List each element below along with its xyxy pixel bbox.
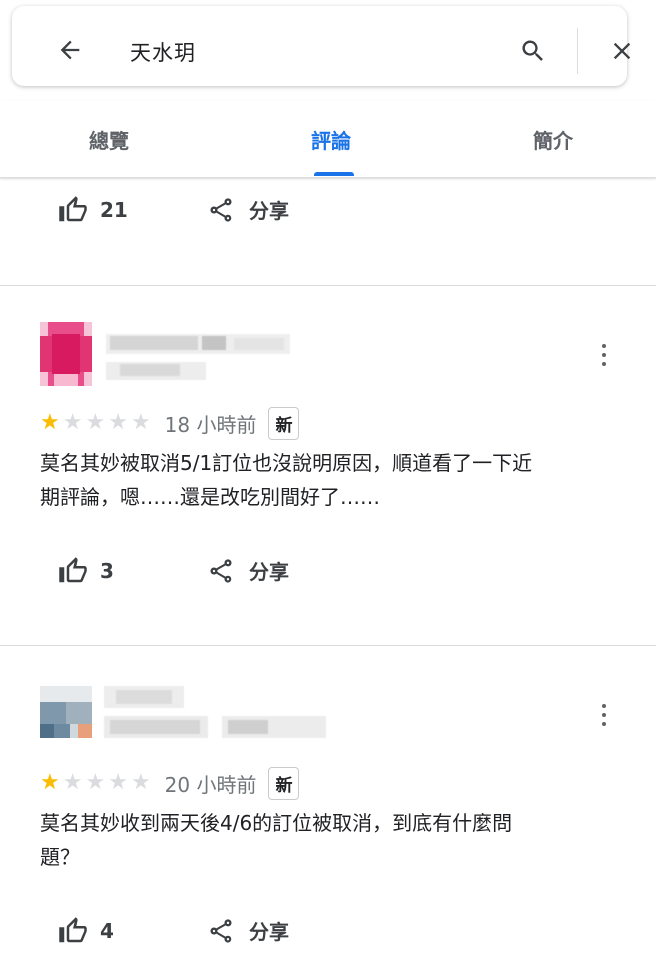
review-text-line: 莫名其妙收到兩天後4/6的訂位被取消，到底有什麼問 (40, 811, 513, 835)
like-count: 21 (100, 198, 128, 222)
review-divider (0, 285, 656, 286)
star-icon: ★ (130, 770, 151, 795)
share-icon (210, 918, 232, 943)
more-options-button[interactable] (594, 700, 614, 730)
review-actions: 21 分享 (0, 195, 656, 235)
tab-reviews[interactable]: 評論 (311, 125, 351, 154)
star-icon: ★ (62, 410, 83, 435)
tab-bar: 總覽 評論 簡介 (0, 100, 656, 178)
search-divider (577, 28, 578, 74)
star-icon: ★ (62, 770, 83, 795)
review-text-line: 期評論，嗯……還是改吃別間好了…… (40, 485, 380, 509)
search-icon (522, 40, 543, 61)
new-badge: 新 (268, 406, 300, 440)
review-text-line: 題？ (40, 845, 80, 869)
tab-overview[interactable]: 總覽 (89, 125, 129, 154)
review-divider (0, 645, 656, 646)
star-rating: ★ ★ ★ ★ ★ (40, 772, 151, 794)
like-count: 4 (100, 919, 114, 943)
share-label: 分享 (249, 560, 289, 584)
like-button[interactable]: 4 (58, 916, 114, 946)
review-actions: 3 分享 (0, 556, 656, 596)
star-icon: ★ (85, 770, 106, 795)
star-icon: ★ (85, 410, 106, 435)
star-icon: ★ (40, 770, 60, 795)
review-actions: 4 分享 (0, 916, 656, 956)
avatar[interactable] (40, 322, 92, 386)
review-text-line: 莫名其妙被取消5/1訂位也沒說明原因，順道看了一下近 (40, 451, 533, 475)
review-time: 18 小時前 (164, 412, 257, 437)
star-icon: ★ (108, 770, 128, 795)
search-button[interactable] (515, 33, 551, 69)
more-options-button[interactable] (594, 340, 614, 370)
avatar[interactable] (40, 686, 92, 738)
star-icon: ★ (40, 410, 60, 435)
like-button[interactable]: 21 (58, 195, 128, 225)
star-icon: ★ (130, 410, 151, 435)
share-icon (210, 197, 232, 222)
review-text: 莫名其妙收到兩天後4/6的訂位被取消，到底有什麼問 題？ (40, 806, 620, 874)
arrow-left-icon (60, 40, 80, 60)
active-tab-indicator (314, 172, 354, 176)
share-icon (210, 558, 232, 583)
new-badge: 新 (268, 766, 300, 800)
tab-about[interactable]: 簡介 (533, 125, 573, 154)
back-button[interactable] (52, 32, 88, 68)
share-label: 分享 (249, 920, 289, 944)
review-text: 莫名其妙被取消5/1訂位也沒說明原因，順道看了一下近 期評論，嗯……還是改吃別間… (40, 446, 620, 514)
review-time: 20 小時前 (164, 772, 257, 797)
star-icon: ★ (108, 410, 128, 435)
close-button[interactable] (604, 33, 640, 69)
search-query[interactable]: 天水玥 (130, 37, 196, 67)
close-icon (613, 42, 631, 60)
review-rating-row: ★ ★ ★ ★ ★ 18 小時前 新 (40, 406, 300, 440)
share-button[interactable]: 分享 (207, 916, 289, 945)
thumbs-up-icon (59, 557, 87, 583)
share-button[interactable]: 分享 (207, 195, 289, 224)
like-button[interactable]: 3 (58, 556, 114, 586)
reviewer-name-redacted (104, 686, 330, 746)
like-count: 3 (100, 559, 114, 583)
thumbs-up-icon (59, 196, 87, 222)
share-button[interactable]: 分享 (207, 556, 289, 585)
reviewer-name-redacted (106, 334, 290, 390)
thumbs-up-icon (59, 917, 87, 943)
share-label: 分享 (249, 199, 289, 223)
search-bar: 天水玥 (12, 6, 631, 86)
review-rating-row: ★ ★ ★ ★ ★ 20 小時前 新 (40, 766, 300, 800)
star-rating: ★ ★ ★ ★ ★ (40, 412, 151, 434)
